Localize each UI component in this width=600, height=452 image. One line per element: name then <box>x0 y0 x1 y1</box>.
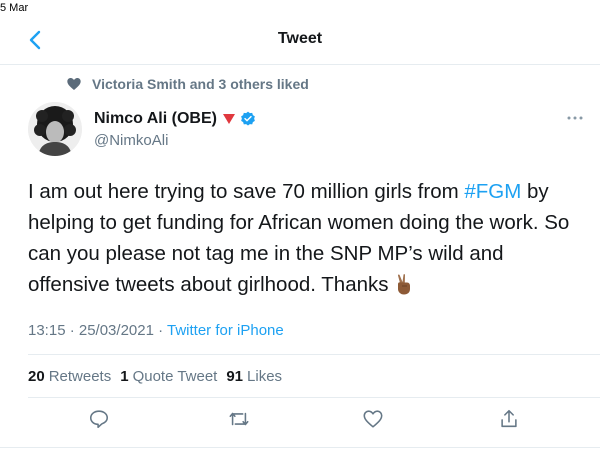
reply-icon[interactable] <box>88 408 110 430</box>
author-handle[interactable]: @NimkoAli <box>94 132 168 149</box>
retweets-count: 20 <box>28 368 45 385</box>
likes-label: Likes <box>247 368 283 385</box>
divider <box>28 397 600 398</box>
likes-stat[interactable]: 91 Likes <box>226 368 282 385</box>
divider <box>0 447 600 448</box>
quotes-count: 1 <box>120 368 129 385</box>
avatar-image <box>28 102 82 156</box>
author-line[interactable]: Nimco Ali (OBE) <box>94 110 256 128</box>
quote-tweets-stat[interactable]: 1 Quote Tweet <box>120 368 217 385</box>
divider <box>28 354 600 355</box>
tweet-source-link[interactable]: Twitter for iPhone <box>167 322 284 339</box>
quotes-label: Quote Tweet <box>132 368 218 385</box>
timestamp[interactable]: 13:15 · 25/03/2021 · <box>28 322 167 339</box>
author-name: Nimco Ali (OBE) <box>94 110 217 127</box>
retweet-icon[interactable] <box>228 408 250 430</box>
status-time: 5 Mar <box>0 2 29 14</box>
tweet-text: I am out here trying to save 70 million … <box>28 176 590 300</box>
nav-bar: Tweet <box>0 18 600 65</box>
red-triangle-icon <box>222 114 235 124</box>
hashtag-link[interactable]: #FGM <box>464 180 521 203</box>
retweets-stat[interactable]: 20 Retweets <box>28 368 111 385</box>
more-icon[interactable] <box>566 114 584 122</box>
heart-icon <box>67 78 81 90</box>
social-context[interactable]: Victoria Smith and 3 others liked <box>66 74 309 94</box>
page-title: Tweet <box>277 30 323 47</box>
status-bar: 5 Mar <box>0 0 600 18</box>
tweet-text-part: I am out here trying to save 70 million … <box>28 180 465 203</box>
verified-badge-icon <box>241 111 255 126</box>
like-icon[interactable] <box>362 408 384 430</box>
tweet-meta: 13:15 · 25/03/2021 · Twitter for iPhone <box>28 322 284 339</box>
social-context-text: Victoria Smith and 3 others liked <box>92 76 309 92</box>
likes-count: 91 <box>226 368 244 385</box>
action-bar <box>0 406 600 436</box>
avatar[interactable] <box>28 102 82 156</box>
victory-hand-emoji <box>398 274 411 295</box>
share-icon[interactable] <box>498 408 520 430</box>
retweets-label: Retweets <box>48 368 112 385</box>
tweet-stats: 20 Retweets 1 Quote Tweet 91 Likes <box>28 368 291 385</box>
